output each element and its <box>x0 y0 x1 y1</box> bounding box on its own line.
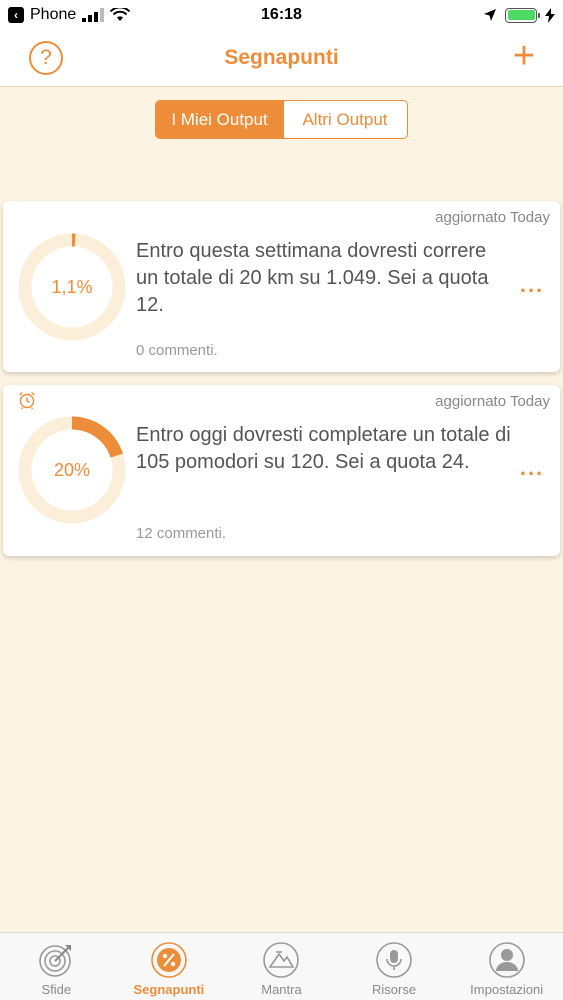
output-segmented-control: I Miei Output Altri Output <box>155 100 408 139</box>
status-bar-left: ‹ Phone <box>8 6 131 24</box>
progress-ring: 1,1% <box>16 231 128 343</box>
mountain-icon <box>263 942 300 978</box>
wifi-icon <box>110 8 131 21</box>
tab-sfide[interactable]: Sfide <box>0 933 113 1000</box>
location-arrow-icon <box>484 9 496 21</box>
progress-percent: 1,1% <box>51 276 93 297</box>
help-button[interactable]: ? <box>29 41 63 75</box>
comments-count[interactable]: 12 commenti. <box>136 525 226 542</box>
more-options-button[interactable]: ... <box>516 457 548 480</box>
microphone-icon <box>376 942 412 978</box>
status-bar: ‹ Phone 16:18 <box>0 0 563 30</box>
goal-card[interactable]: aggiornato Today 20% Entro oggi dovresti… <box>3 385 560 556</box>
navigation-bar: ? Segnapunti + <box>0 30 563 87</box>
segment-other-outputs[interactable]: Altri Output <box>283 101 406 138</box>
updated-label: aggiornato Today <box>435 209 550 226</box>
add-button[interactable]: + <box>511 37 537 75</box>
battery-icon <box>505 7 540 23</box>
back-to-app-icon[interactable]: ‹ <box>8 7 24 23</box>
percent-icon <box>151 942 187 978</box>
goal-description: Entro questa settimana dovresti correre … <box>136 240 489 316</box>
segment-my-outputs[interactable]: I Miei Output <box>156 101 283 138</box>
status-bar-right <box>483 7 555 23</box>
comments-count[interactable]: 0 commenti. <box>136 342 218 359</box>
goal-card[interactable]: aggiornato Today 1,1% Entro questa setti… <box>3 201 560 372</box>
user-icon <box>488 942 525 978</box>
alarm-clock-icon <box>19 391 35 410</box>
tab-bar: Sfide Segnapunti Mantra Risorse Impostaz… <box>0 932 563 1000</box>
tab-segnapunti[interactable]: Segnapunti <box>113 933 226 1000</box>
progress-ring: 20% <box>16 414 128 526</box>
tab-label: Mantra <box>261 982 302 997</box>
tab-risorse[interactable]: Risorse <box>338 933 451 1000</box>
tab-impostazioni[interactable]: Impostazioni <box>450 933 563 1000</box>
goal-description: Entro oggi dovresti completare un totale… <box>136 424 511 473</box>
tab-mantra[interactable]: Mantra <box>225 933 338 1000</box>
updated-label: aggiornato Today <box>435 393 550 410</box>
more-options-button[interactable]: ... <box>516 274 548 297</box>
carrier-label: Phone <box>30 6 77 23</box>
tab-label: Impostazioni <box>470 982 544 997</box>
tab-label: Sfide <box>41 982 72 997</box>
tab-label: Risorse <box>372 982 417 997</box>
charging-bolt-icon <box>545 7 555 23</box>
page-title: Segnapunti <box>224 46 339 69</box>
tab-label: Segnapunti <box>133 982 205 997</box>
target-icon <box>39 945 72 977</box>
signal-icon <box>82 8 105 22</box>
progress-percent: 20% <box>53 459 91 480</box>
